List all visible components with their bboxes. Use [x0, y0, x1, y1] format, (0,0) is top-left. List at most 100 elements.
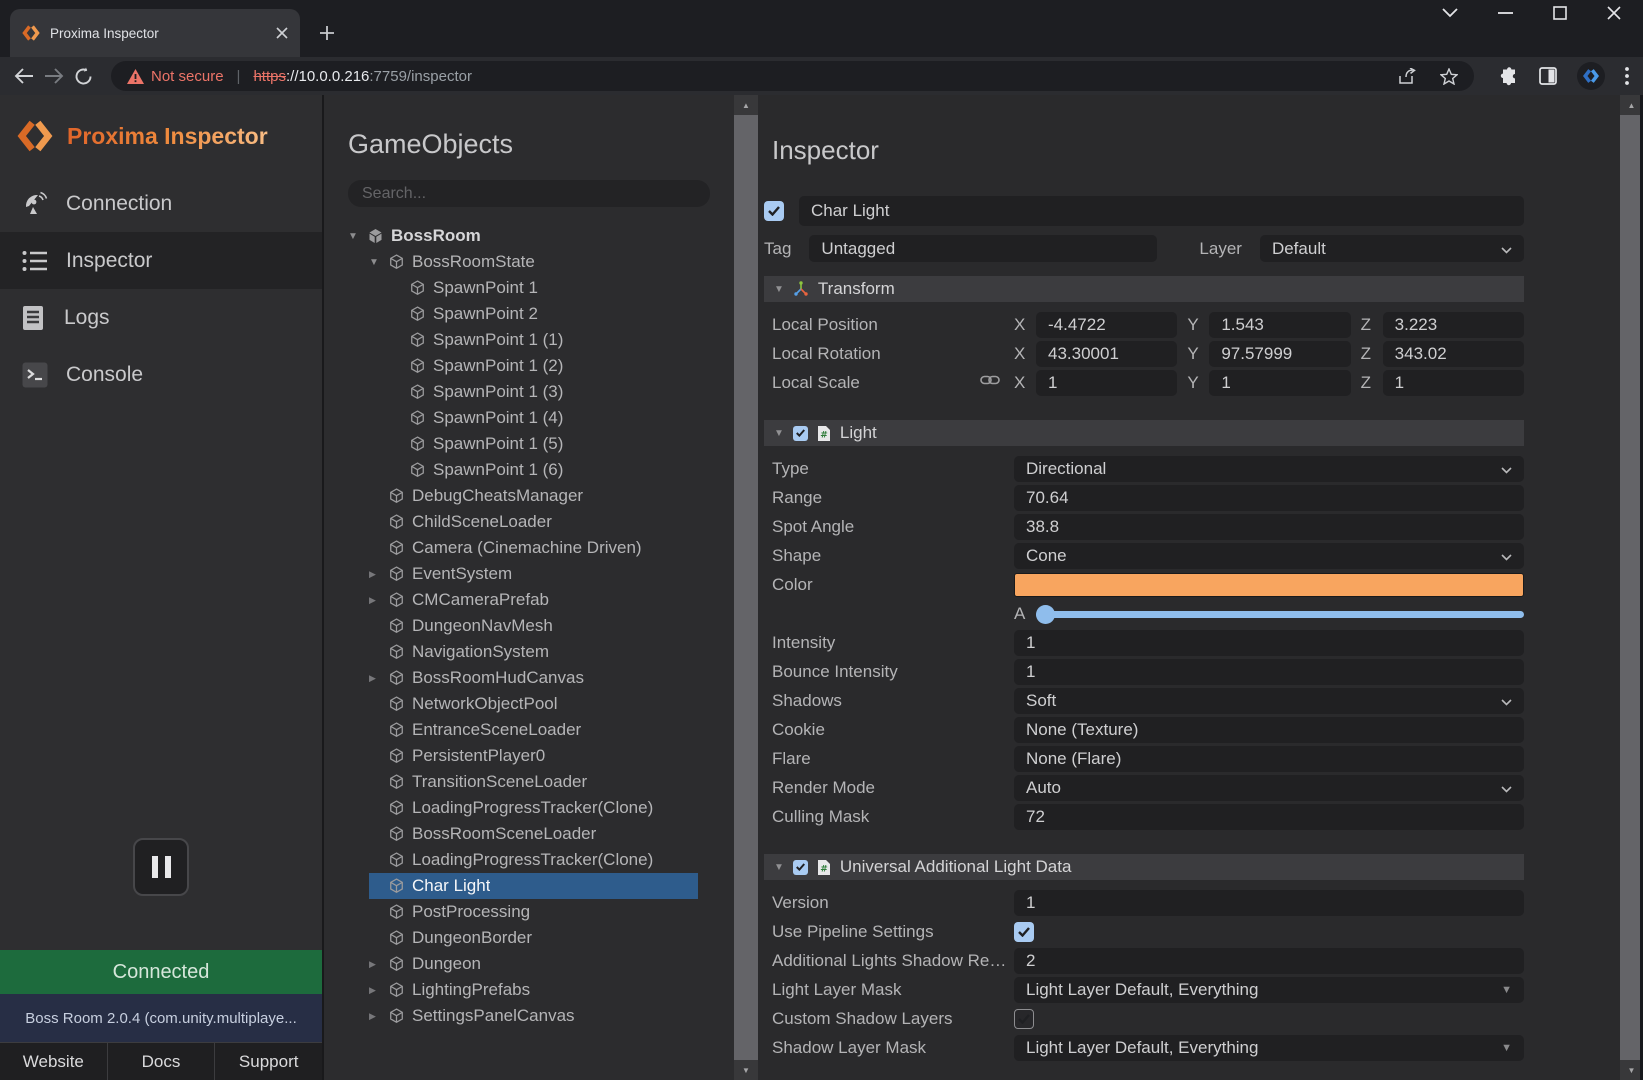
gameobject-name-field[interactable]: Char Light	[799, 196, 1524, 226]
component-enabled-checkbox[interactable]	[793, 860, 808, 875]
tree-item-bossroomsceneloader[interactable]: BossRoomSceneLoader	[324, 821, 734, 847]
tree-item-spawnpoint-1-2[interactable]: SpawnPoint 1 (2)	[324, 353, 734, 379]
tree-item-transitionsceneloader[interactable]: TransitionSceneLoader	[324, 769, 734, 795]
tree-item-bossroom[interactable]: ▼ BossRoom	[324, 223, 734, 249]
x-value-field[interactable]: 1	[1036, 370, 1177, 396]
footer-link-support[interactable]: Support	[214, 1043, 322, 1080]
tree-item-networkobjectpool[interactable]: NetworkObjectPool	[324, 691, 734, 717]
scroll-down-icon[interactable]: ▼	[734, 1060, 758, 1080]
component-enabled-checkbox[interactable]	[793, 426, 808, 441]
property-value-field[interactable]: None (Flare)	[1014, 746, 1524, 772]
browser-tab[interactable]: Proxima Inspector	[10, 9, 300, 57]
tree-item-bossroomstate[interactable]: ▼ BossRoomState	[324, 249, 734, 275]
footer-link-website[interactable]: Website	[0, 1043, 107, 1080]
gameobjects-search-input[interactable]	[348, 180, 710, 207]
sidebar-item-console[interactable]: Console	[0, 346, 322, 403]
tree-arrow-icon[interactable]: ▼	[348, 231, 368, 242]
window-maximize-icon[interactable]	[1553, 6, 1567, 20]
component-header[interactable]: ▼ # Light	[764, 420, 1524, 446]
tree-item-spawnpoint-1-4[interactable]: SpawnPoint 1 (4)	[324, 405, 734, 431]
property-value-field[interactable]: 38.8	[1014, 514, 1524, 540]
tree-item-loadingprogresstracker-clone[interactable]: LoadingProgressTracker(Clone)	[324, 795, 734, 821]
layer-select[interactable]: Default	[1260, 235, 1524, 262]
property-value-field[interactable]: 1	[1014, 630, 1524, 656]
sidebar-item-connection[interactable]: Connection	[0, 175, 322, 232]
tree-item-debugcheatsmanager[interactable]: DebugCheatsManager	[324, 483, 734, 509]
tree-item-dungeonborder[interactable]: DungeonBorder	[324, 925, 734, 951]
property-value-field[interactable]: 72	[1014, 804, 1524, 830]
tree-item-postprocessing[interactable]: PostProcessing	[324, 899, 734, 925]
link-icon[interactable]	[980, 373, 1000, 391]
forward-button[interactable]	[44, 68, 64, 84]
tree-arrow-icon[interactable]: ▼	[369, 257, 389, 268]
window-close-icon[interactable]	[1607, 6, 1621, 20]
security-label[interactable]: Not secure	[151, 68, 224, 85]
tree-item-spawnpoint-1[interactable]: SpawnPoint 1	[324, 275, 734, 301]
property-value-field[interactable]: 1	[1014, 890, 1524, 916]
tree-arrow-icon[interactable]: ▶	[369, 985, 389, 996]
section-collapse-icon[interactable]: ▼	[774, 428, 784, 439]
property-select[interactable]: Cone	[1014, 543, 1524, 569]
property-select[interactable]: Auto	[1014, 775, 1524, 801]
tab-search-icon[interactable]	[1442, 8, 1458, 18]
section-collapse-icon[interactable]: ▼	[774, 284, 784, 295]
scrollbar-thumb[interactable]	[734, 115, 758, 1060]
gameobject-enabled-checkbox[interactable]	[764, 201, 784, 221]
slider-thumb[interactable]	[1036, 605, 1055, 624]
property-value-field[interactable]: None (Texture)	[1014, 717, 1524, 743]
tree-item-dungeonnavmesh[interactable]: DungeonNavMesh	[324, 613, 734, 639]
tree-arrow-icon[interactable]: ▶	[369, 673, 389, 684]
sidebar-item-inspector[interactable]: Inspector	[0, 232, 322, 289]
section-collapse-icon[interactable]: ▼	[774, 862, 784, 873]
tree-arrow-icon[interactable]: ▶	[369, 569, 389, 580]
z-value-field[interactable]: 343.02	[1383, 341, 1524, 367]
proxima-extension-icon[interactable]	[1577, 62, 1605, 90]
tree-arrow-icon[interactable]: ▶	[369, 1011, 389, 1022]
tree-item-spawnpoint-2[interactable]: SpawnPoint 2	[324, 301, 734, 327]
address-bar[interactable]: Not secure | https://10.0.0.216:7759/ins…	[111, 61, 1474, 91]
share-icon[interactable]	[1399, 68, 1418, 85]
tree-item-bossroomhudcanvas[interactable]: ▶ BossRoomHudCanvas	[324, 665, 734, 691]
property-checkbox[interactable]	[1014, 922, 1034, 942]
side-panel-icon[interactable]	[1539, 67, 1557, 85]
url-text[interactable]: https://10.0.0.216:7759/inspector	[253, 68, 472, 85]
property-value-field[interactable]: 1	[1014, 659, 1524, 685]
component-header[interactable]: ▼ # Universal Additional Light Data	[764, 854, 1524, 880]
tree-item-entrancesceneloader[interactable]: EntranceSceneLoader	[324, 717, 734, 743]
x-value-field[interactable]: 43.30001	[1036, 341, 1177, 367]
y-value-field[interactable]: 1.543	[1209, 312, 1350, 338]
tree-arrow-icon[interactable]: ▶	[369, 959, 389, 970]
tag-field[interactable]: Untagged	[809, 235, 1157, 262]
z-value-field[interactable]: 1	[1383, 370, 1524, 396]
tree-item-spawnpoint-1-1[interactable]: SpawnPoint 1 (1)	[324, 327, 734, 353]
pause-button[interactable]	[133, 838, 189, 896]
extensions-puzzle-icon[interactable]	[1500, 67, 1519, 86]
tree-item-lightingprefabs[interactable]: ▶ LightingPrefabs	[324, 977, 734, 1003]
component-header[interactable]: ▼ Transform	[764, 276, 1524, 302]
tree-item-settingspanelcanvas[interactable]: ▶ SettingsPanelCanvas	[324, 1003, 734, 1029]
tab-close-icon[interactable]	[276, 27, 288, 39]
property-select[interactable]: Directional	[1014, 456, 1524, 482]
property-mask-select[interactable]: Light Layer Default, Everything ▼	[1014, 1035, 1524, 1061]
tree-item-childsceneloader[interactable]: ChildSceneLoader	[324, 509, 734, 535]
reload-button[interactable]	[74, 67, 93, 86]
footer-link-docs[interactable]: Docs	[107, 1043, 215, 1080]
tree-item-camera-cinemachine-driven[interactable]: Camera (Cinemachine Driven)	[324, 535, 734, 561]
y-value-field[interactable]: 97.57999	[1209, 341, 1350, 367]
tree-item-char-light[interactable]: Char Light	[369, 873, 698, 899]
property-select[interactable]: Soft	[1014, 688, 1524, 714]
tree-arrow-icon[interactable]: ▶	[369, 595, 389, 606]
tree-item-spawnpoint-1-5[interactable]: SpawnPoint 1 (5)	[324, 431, 734, 457]
sidebar-item-logs[interactable]: Logs	[0, 289, 322, 346]
alpha-slider[interactable]	[1036, 611, 1524, 618]
color-swatch[interactable]	[1014, 573, 1524, 597]
property-value-field[interactable]: 2	[1014, 948, 1524, 974]
tree-item-navigationsystem[interactable]: NavigationSystem	[324, 639, 734, 665]
new-tab-button[interactable]	[314, 20, 340, 46]
tree-item-loadingprogresstracker-clone[interactable]: LoadingProgressTracker(Clone)	[324, 847, 734, 873]
back-button[interactable]	[14, 68, 34, 84]
tree-item-cmcameraprefab[interactable]: ▶ CMCameraPrefab	[324, 587, 734, 613]
tree-item-dungeon[interactable]: ▶ Dungeon	[324, 951, 734, 977]
z-value-field[interactable]: 3.223	[1383, 312, 1524, 338]
tree-item-spawnpoint-1-3[interactable]: SpawnPoint 1 (3)	[324, 379, 734, 405]
